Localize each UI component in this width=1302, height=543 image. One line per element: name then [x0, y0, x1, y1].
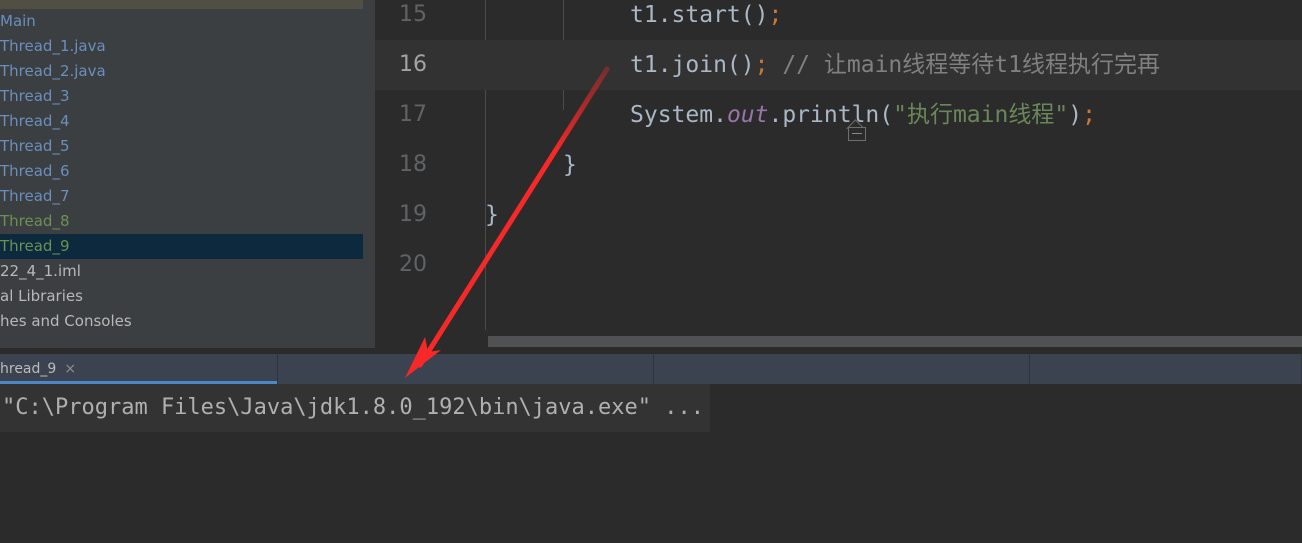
line-number: 17	[399, 102, 427, 127]
project-tree-item-label: Thread_3	[0, 87, 70, 105]
line-number: 16	[399, 52, 427, 77]
console-tab[interactable]	[654, 354, 1030, 384]
fold-box-shape	[848, 127, 866, 141]
code-token: )	[1068, 102, 1083, 128]
project-tree-item[interactable]: Thread_1.java	[0, 34, 363, 59]
project-tree-item[interactable]: Thread_8	[0, 209, 363, 234]
code-token: System.	[630, 102, 727, 128]
project-tree-item[interactable]: Thread_6	[0, 159, 363, 184]
code-token: // 让main线程等待t1线程执行完再	[768, 52, 1160, 78]
line-number: 19	[399, 202, 427, 227]
code-token: }	[485, 202, 499, 228]
console-tab-label: hread_9	[0, 361, 57, 377]
code-token: ;	[754, 52, 769, 78]
code-token: ;	[768, 2, 783, 28]
project-tree-item[interactable]: Thread_9	[0, 234, 363, 259]
editor-horizontal-scrollbar[interactable]	[488, 336, 1302, 347]
code-token: "执行main线程"	[893, 102, 1069, 128]
project-tree-item[interactable]: Thread_5	[0, 134, 363, 159]
code-line[interactable]: 18}	[375, 140, 1302, 190]
console-output[interactable]: "C:\Program Files\Java\jdk1.8.0_192\bin\…	[0, 384, 1302, 543]
code-line[interactable]: 16 t1.join(); // 让main线程等待t1线程执行完再	[375, 40, 1302, 90]
code-line[interactable]: 15 t1.start();	[375, 0, 1302, 40]
project-tree-item[interactable]: 22_4_1.iml	[0, 259, 363, 284]
project-tree-item-label: al Libraries	[0, 287, 83, 305]
sidebar-scrollbar-track[interactable]	[363, 0, 736, 348]
project-tree-item-label: Thread_8	[0, 212, 70, 230]
project-tree-item-label: 22_4_1.iml	[0, 262, 81, 280]
ide-window: Main Thread_1.java Thread_2.java Thread_3 Th…	[0, 0, 1302, 543]
project-tree-item-label: hes and Consoles	[0, 312, 132, 330]
code-token: t1.join()	[630, 52, 755, 78]
run-console-panel: hread_9 × "C:\Program Files\Java\jdk1.8.0…	[0, 348, 1302, 543]
project-tree-item-label: Thread_1.java	[0, 37, 106, 55]
project-tree-item[interactable]: al Libraries	[0, 284, 363, 309]
code-line-text: }	[485, 190, 499, 240]
minus-icon	[852, 133, 862, 134]
project-tree-item[interactable]: Thread_7	[0, 184, 363, 209]
console-tab-bar[interactable]: hread_9 ×	[0, 354, 1302, 384]
sidebar-toolbar	[0, 0, 363, 9]
code-editor[interactable]: 15 t1.start(); 16 t1.join(); // 让main线程等待t1…	[375, 0, 1302, 348]
close-icon[interactable]: ×	[64, 361, 76, 377]
console-tab[interactable]	[1030, 354, 1302, 384]
line-number: 15	[399, 2, 427, 27]
line-number: 18	[399, 152, 427, 177]
code-token: }	[563, 152, 577, 178]
project-tree[interactable]: Main Thread_1.java Thread_2.java Thread_3 Th…	[0, 9, 363, 348]
project-tree-item[interactable]: Thread_3	[0, 84, 363, 109]
code-token: .println(	[768, 102, 894, 128]
project-tree-item[interactable]: hes and Consoles	[0, 309, 363, 334]
console-tab[interactable]	[278, 354, 654, 384]
console-output-line: "C:\Program Files\Java\jdk1.8.0_192\bin\…	[0, 384, 710, 432]
console-tab[interactable]: hread_9 ×	[0, 354, 278, 384]
project-tree-item-label: Thread_7	[0, 187, 70, 205]
project-tree-item-label: Thread_5	[0, 137, 70, 155]
project-tree-item[interactable]: Thread_4	[0, 109, 363, 134]
code-line-text: }	[563, 140, 577, 190]
fold-collapse-icon[interactable]	[846, 119, 868, 142]
code-line[interactable]: 19}	[375, 190, 1302, 240]
code-token: t1.start()	[630, 2, 769, 28]
code-line[interactable]: 17 System.out.println("执行main线程");	[375, 90, 1302, 140]
code-line[interactable]: 20	[375, 240, 1302, 290]
code-token: ;	[1082, 102, 1096, 128]
line-number: 20	[399, 252, 427, 277]
code-line-text: t1.start();	[630, 0, 782, 40]
project-tree-item-label: Main	[0, 12, 36, 30]
project-tree-item[interactable]: Main	[0, 9, 363, 34]
project-tree-item-label: Thread_6	[0, 162, 70, 180]
code-line-text: t1.join(); // 让main线程等待t1线程执行完再	[630, 40, 1160, 90]
project-tree-item-label: Thread_2.java	[0, 62, 106, 80]
project-sidebar: Main Thread_1.java Thread_2.java Thread_3 Th…	[0, 0, 375, 348]
project-tree-item-label: Thread_9	[0, 237, 70, 255]
project-tree-item-label: Thread_4	[0, 112, 70, 130]
project-tree-item[interactable]: Thread_2.java	[0, 59, 363, 84]
code-token: out	[726, 102, 769, 128]
